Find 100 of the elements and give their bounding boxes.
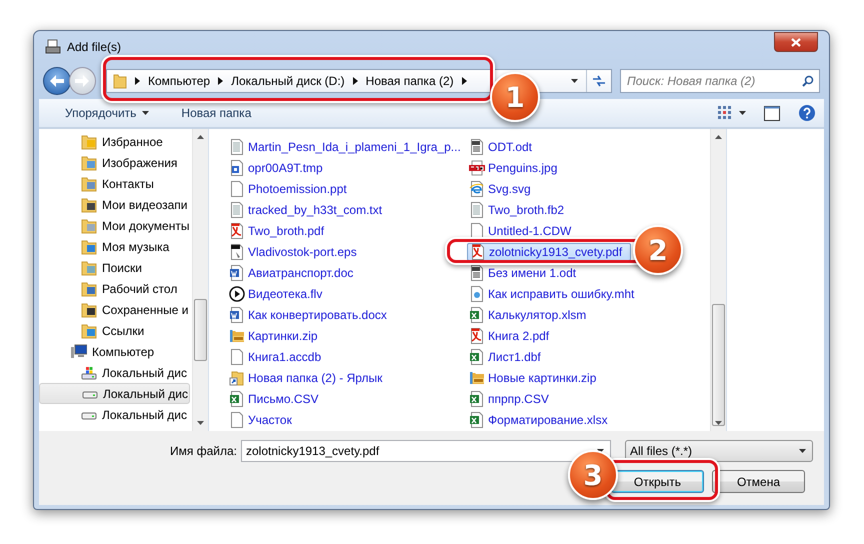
sidebar-item[interactable]: Избранное bbox=[39, 131, 190, 152]
eps-file-icon bbox=[229, 244, 245, 260]
chevron-icon[interactable] bbox=[352, 77, 358, 85]
blank-file-icon bbox=[469, 222, 485, 238]
file-item[interactable]: Как исправить ошибку.mht bbox=[467, 284, 638, 302]
folder-icon bbox=[81, 176, 97, 192]
back-arrow-icon bbox=[50, 75, 64, 87]
filename-label: Имя файла: bbox=[169, 444, 237, 458]
new-folder-button[interactable]: Новая папка bbox=[175, 106, 258, 120]
sidebar-item[interactable]: Локальный дис bbox=[39, 404, 190, 425]
dropdown-caret-icon bbox=[799, 449, 806, 453]
odt-file-icon bbox=[469, 138, 485, 154]
dropdown-caret-icon bbox=[571, 79, 578, 83]
dialog-button[interactable]: Открыть bbox=[611, 470, 704, 493]
window-title: Add file(s) bbox=[67, 40, 122, 54]
folder-icon bbox=[81, 238, 97, 254]
app-icon bbox=[45, 39, 61, 55]
folder-icon bbox=[113, 73, 127, 89]
file-item[interactable]: ппрпр.CSV bbox=[467, 390, 553, 408]
search-icon bbox=[802, 75, 814, 87]
file-item[interactable]: Two_broth.pdf bbox=[227, 222, 328, 240]
file-item[interactable]: Картинки.zip bbox=[227, 326, 322, 344]
sidebar-item[interactable]: Мои видеозапи bbox=[39, 194, 190, 215]
sidebar-item[interactable]: Моя музыка bbox=[39, 236, 190, 257]
file-item[interactable]: Новая папка (2) - Ярлык bbox=[227, 368, 386, 386]
chevron-icon[interactable] bbox=[462, 77, 467, 85]
blank-file-icon bbox=[229, 348, 245, 364]
search-field[interactable]: Поиск: Новая папка (2) bbox=[620, 69, 820, 93]
file-item[interactable]: Лист1.dbf bbox=[467, 348, 545, 366]
web-archive-icon bbox=[469, 286, 485, 302]
file-item[interactable]: Авиатранспорт.doc bbox=[227, 264, 358, 282]
filename-field[interactable]: zolotnicky1913_cvety.pdf bbox=[241, 440, 611, 462]
sidebar-item[interactable]: Локальный дис bbox=[39, 362, 190, 383]
sidebar-item[interactable]: Компьютер bbox=[39, 341, 190, 362]
file-item[interactable]: zolotnicky1913_cvety.pdf bbox=[467, 242, 632, 260]
blank-file-icon bbox=[229, 412, 245, 428]
organize-menu[interactable]: Упорядочить bbox=[59, 106, 156, 120]
sidebar-item[interactable]: Контакты bbox=[39, 173, 190, 194]
dialog-button[interactable]: Отмена bbox=[712, 470, 805, 493]
file-item[interactable]: Без имени 1.odt bbox=[467, 264, 580, 282]
file-item[interactable]: Vladivostok-port.eps bbox=[227, 242, 361, 260]
web-file-icon bbox=[469, 180, 485, 196]
scrollbar[interactable] bbox=[192, 129, 208, 431]
folder-icon bbox=[81, 322, 97, 338]
file-item[interactable]: Как конвертировать.docx bbox=[227, 306, 391, 324]
sidebar-item[interactable]: Локальный дис bbox=[39, 383, 190, 404]
file-type-dropdown[interactable]: All files (*.*) bbox=[625, 440, 813, 462]
scrollbar-thumb[interactable] bbox=[712, 304, 725, 426]
file-item[interactable]: Svg.svg bbox=[467, 180, 535, 198]
scroll-down-icon[interactable] bbox=[715, 421, 722, 425]
close-button[interactable] bbox=[774, 32, 818, 52]
file-item[interactable]: Новые картинки.zip bbox=[467, 368, 600, 386]
scrollbar-thumb[interactable] bbox=[194, 299, 207, 361]
spreadsheet-file-icon bbox=[469, 412, 485, 428]
breadcrumb[interactable]: Локальный диск (D:) bbox=[231, 74, 345, 88]
computer-icon bbox=[71, 344, 87, 360]
folder-icon bbox=[81, 280, 97, 296]
zip-folder-icon bbox=[229, 328, 245, 344]
file-item[interactable]: Письмо.CSV bbox=[227, 390, 323, 408]
file-item[interactable]: Two_broth.fb2 bbox=[467, 200, 568, 218]
refresh-icon bbox=[592, 75, 606, 87]
word-file-icon bbox=[229, 264, 245, 280]
sidebar-item[interactable]: Поиски bbox=[39, 257, 190, 278]
sidebar-item[interactable]: Изображения bbox=[39, 152, 190, 173]
document-icon bbox=[229, 160, 245, 176]
file-item[interactable]: Untitled-1.CDW bbox=[467, 222, 576, 240]
scroll-up-icon[interactable] bbox=[715, 135, 722, 139]
back-button[interactable] bbox=[43, 67, 70, 95]
folder-shortcut-icon bbox=[229, 370, 245, 386]
chevron-icon[interactable] bbox=[135, 77, 140, 85]
zip-folder-icon bbox=[469, 370, 485, 386]
preview-pane-icon[interactable] bbox=[764, 106, 780, 120]
help-icon[interactable] bbox=[798, 104, 816, 122]
view-caret-icon bbox=[739, 111, 746, 115]
sidebar-item[interactable]: Ссылки bbox=[39, 320, 190, 341]
file-item[interactable]: Книга1.accdb bbox=[227, 348, 326, 366]
chevron-icon[interactable] bbox=[218, 77, 224, 85]
file-item[interactable]: Участок bbox=[227, 410, 296, 428]
scroll-down-icon[interactable] bbox=[197, 421, 204, 425]
close-icon bbox=[791, 38, 801, 46]
scrollbar[interactable] bbox=[710, 129, 726, 431]
sidebar-item[interactable]: Мои документы bbox=[39, 215, 190, 236]
file-item[interactable]: tracked_by_h33t_com.txt bbox=[227, 200, 386, 218]
file-item[interactable]: Photoemission.ppt bbox=[227, 180, 351, 198]
breadcrumb[interactable]: Компьютер bbox=[148, 74, 210, 88]
forward-arrow-icon bbox=[75, 75, 90, 87]
spreadsheet-file-icon bbox=[469, 306, 485, 322]
file-item[interactable]: opr00A9T.tmp bbox=[227, 158, 327, 176]
file-item[interactable]: Калькулятор.xlsm bbox=[467, 306, 590, 324]
file-item[interactable]: Видеотека.flv bbox=[227, 284, 326, 302]
view-icon[interactable] bbox=[717, 105, 733, 121]
file-item[interactable]: Форматирование.xlsx bbox=[467, 410, 612, 428]
file-item[interactable]: Книга 2.pdf bbox=[467, 326, 554, 344]
file-item[interactable]: ODT.odt bbox=[467, 138, 536, 156]
scroll-up-icon[interactable] bbox=[197, 135, 204, 139]
sidebar-item[interactable]: Рабочий стол bbox=[39, 278, 190, 299]
breadcrumb[interactable]: Новая папка (2) bbox=[366, 74, 454, 88]
file-item[interactable]: Penguins.jpg bbox=[467, 158, 562, 176]
sidebar-item[interactable]: Сохраненные и bbox=[39, 299, 190, 320]
file-item[interactable]: Martin_Pesn_Ida_i_plameni_1_Igra_p... bbox=[227, 138, 465, 156]
